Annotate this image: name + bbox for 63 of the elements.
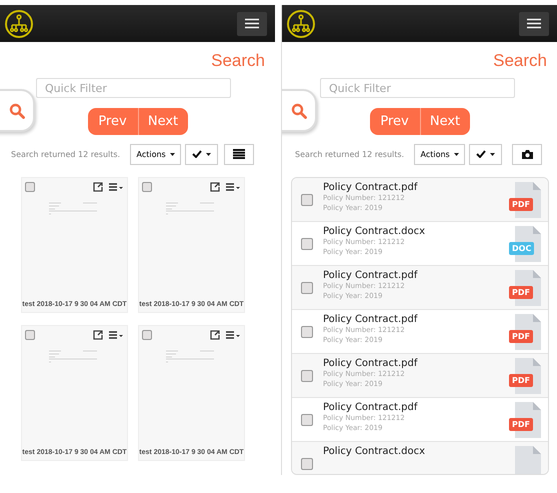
select-dropdown[interactable]: [185, 144, 218, 164]
checkbox[interactable]: [25, 182, 35, 192]
checkbox[interactable]: [301, 414, 313, 426]
checkbox[interactable]: [301, 238, 313, 250]
actions-dropdown[interactable]: Actions: [414, 144, 466, 164]
caret-icon: [490, 152, 496, 156]
file-type-label: PDF: [509, 198, 533, 210]
search-button[interactable]: [0, 89, 35, 132]
share-icon[interactable]: [210, 330, 220, 340]
camera-button[interactable]: [512, 144, 542, 164]
page-title: Search: [211, 51, 265, 71]
file-name: Policy Contract.pdf: [323, 270, 419, 281]
file-name: Policy Contract.pdf: [323, 314, 419, 325]
quick-filter-field[interactable]: Quick Filter: [320, 78, 515, 98]
file-name: Policy Contract.docx: [323, 226, 426, 237]
document-row[interactable]: Policy Contract.docx: [292, 441, 548, 474]
menu-icon[interactable]: [226, 331, 240, 339]
search-button[interactable]: [282, 89, 317, 132]
file-type-label: PDF: [509, 330, 533, 342]
select-dropdown[interactable]: [469, 144, 502, 164]
file-name: Policy Contract.pdf: [323, 358, 419, 369]
file-name: Policy Contract.pdf: [323, 182, 419, 193]
file-type-label: PDF: [509, 286, 533, 298]
check-icon: [476, 150, 486, 158]
check-icon: [192, 150, 202, 158]
file-name: Policy Contract.docx: [323, 446, 426, 457]
checkbox[interactable]: [301, 370, 313, 382]
menu-icon[interactable]: [109, 183, 123, 191]
caret-icon: [454, 152, 459, 156]
file-type-label: DOC: [509, 242, 534, 254]
checkbox[interactable]: [301, 326, 313, 338]
checkbox[interactable]: [142, 330, 152, 340]
search-icon: [290, 102, 306, 118]
file-type-label: PDF: [509, 374, 533, 386]
results-count: Search returned 12 results.: [11, 150, 120, 158]
menu-icon: [527, 18, 541, 29]
share-icon[interactable]: [93, 182, 103, 192]
checkbox[interactable]: [301, 458, 313, 470]
menu-icon: [245, 18, 259, 29]
page-title: Search: [493, 51, 547, 71]
checkbox[interactable]: [142, 182, 152, 192]
share-icon[interactable]: [210, 182, 220, 192]
menu-icon[interactable]: [109, 331, 123, 339]
share-icon[interactable]: [93, 330, 103, 340]
menu-button[interactable]: [519, 12, 549, 36]
camera-icon: [522, 150, 533, 158]
file-type-label: PDF: [509, 418, 533, 430]
checkbox[interactable]: [25, 330, 35, 340]
logo-icon: [286, 8, 316, 38]
checkbox[interactable]: [301, 282, 313, 294]
file-name: Policy Contract.pdf: [323, 402, 419, 413]
quick-filter-field[interactable]: Quick Filter: [36, 78, 231, 98]
menu-button[interactable]: [237, 12, 267, 36]
menu-icon[interactable]: [226, 183, 240, 191]
caret-icon: [206, 152, 212, 156]
results-count: Search returned 12 results.: [295, 150, 404, 158]
search-icon: [8, 102, 24, 118]
view-toggle-button[interactable]: [224, 144, 254, 164]
checkbox[interactable]: [301, 194, 313, 206]
caret-icon: [170, 152, 175, 156]
actions-dropdown[interactable]: Actions: [130, 144, 182, 164]
logo-icon: [4, 8, 34, 38]
list-icon: [233, 149, 246, 159]
